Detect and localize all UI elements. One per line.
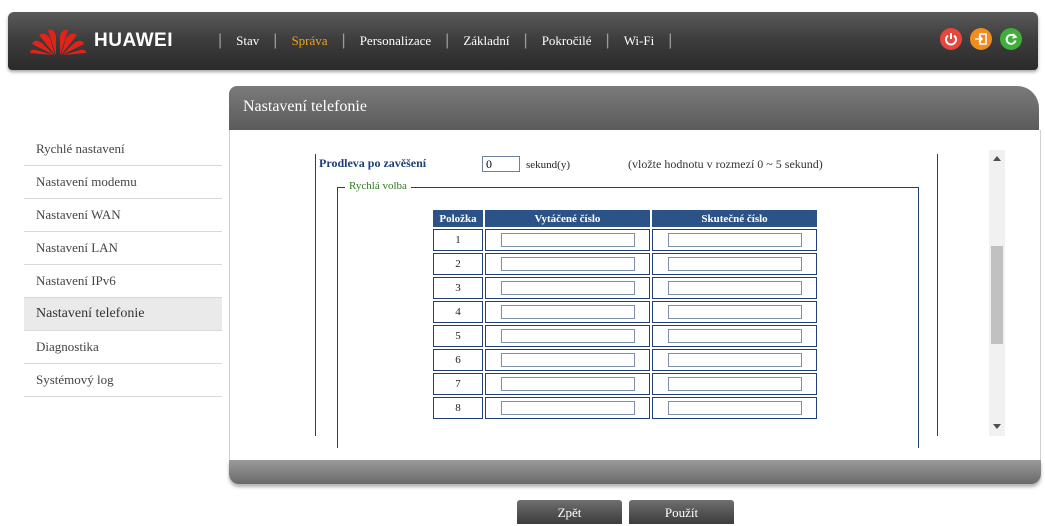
row-item-number: 2 (433, 253, 483, 275)
dialed-number-input[interactable] (500, 281, 635, 295)
hangup-delay-unit: sekund(y) (526, 159, 570, 171)
huawei-flower-icon (30, 29, 86, 55)
logout-icon[interactable] (970, 28, 992, 50)
dialed-number-input[interactable] (500, 353, 635, 367)
nav-item-wifi[interactable]: Wi-Fi (624, 33, 655, 49)
nav-separator: | (273, 32, 278, 49)
dialed-number-input[interactable] (500, 329, 635, 343)
table-row: 3 (433, 277, 817, 299)
nav-item-sprava[interactable]: Správa (291, 33, 327, 49)
nav-separator: | (668, 32, 673, 49)
column-header-actual-number: Skutečné číslo (652, 210, 817, 227)
sidebar-item-rychle-nastaveni[interactable]: Rychlé nastavení (24, 133, 222, 166)
sidebar-item-diagnostika[interactable]: Diagnostika (24, 331, 222, 364)
dialed-number-input[interactable] (500, 257, 635, 271)
nav-item-pokrocile[interactable]: Pokročilé (542, 33, 592, 49)
row-item-number: 7 (433, 373, 483, 395)
column-header-item: Položka (433, 210, 483, 227)
dialed-number-input[interactable] (500, 305, 635, 319)
nav-separator: | (445, 32, 450, 49)
dialed-number-input[interactable] (500, 233, 635, 247)
scroll-up-arrow-icon[interactable] (993, 156, 1001, 161)
dialed-number-input[interactable] (500, 401, 635, 415)
nav-separator: | (218, 32, 223, 49)
nav-item-personalizace[interactable]: Personalizace (360, 33, 431, 49)
sidebar-item-nastaveni-ipv6[interactable]: Nastavení IPv6 (24, 265, 222, 298)
actual-number-input[interactable] (667, 257, 802, 271)
speed-dial-legend: Rychlá volba (345, 180, 411, 192)
main-nav: | Stav | Správa | Personalizace | Základ… (204, 12, 686, 70)
content-right-border (937, 154, 938, 436)
row-item-number: 4 (433, 301, 483, 323)
hangup-delay-input[interactable] (482, 156, 520, 172)
table-row: 4 (433, 301, 817, 323)
hangup-delay-label: Prodleva po zavěšení (319, 156, 427, 170)
table-header-row: Položka Vytáčené číslo Skutečné číslo (433, 210, 817, 227)
row-item-number: 8 (433, 397, 483, 419)
sidebar-item-nastaveni-modemu[interactable]: Nastavení modemu (24, 166, 222, 199)
nav-separator: | (341, 32, 346, 49)
scrollbar-thumb[interactable] (991, 246, 1003, 344)
row-item-number: 3 (433, 277, 483, 299)
table-row: 7 (433, 373, 817, 395)
back-button[interactable]: Zpět (517, 500, 622, 524)
refresh-icon[interactable] (1000, 28, 1022, 50)
nav-item-zakladni[interactable]: Základní (463, 33, 509, 49)
power-icon[interactable] (940, 28, 962, 50)
table-row: 5 (433, 325, 817, 347)
apply-button[interactable]: Použít (629, 500, 734, 524)
table-row: 6 (433, 349, 817, 371)
content-scrollbar[interactable] (989, 150, 1005, 436)
speed-dial-table: Položka Vytáčené číslo Skutečné číslo 1 … (431, 208, 819, 421)
panel-footer (229, 460, 1041, 484)
hangup-delay-hint: (vložte hodnotu v rozmezí 0 ~ 5 sekund) (628, 157, 823, 171)
top-icons (940, 28, 1022, 50)
table-row: 8 (433, 397, 817, 419)
page-title: Nastavení telefonie (243, 98, 367, 115)
actual-number-input[interactable] (667, 305, 802, 319)
actual-number-input[interactable] (667, 281, 802, 295)
row-item-number: 1 (433, 229, 483, 251)
column-header-dialed-number: Vytáčené číslo (485, 210, 650, 227)
huawei-logo: HUAWEI (28, 26, 198, 56)
panel-header: Nastavení telefonie (229, 86, 1039, 130)
scroll-down-arrow-icon[interactable] (993, 424, 1001, 429)
row-item-number: 5 (433, 325, 483, 347)
dialed-number-input[interactable] (500, 377, 635, 391)
actual-number-input[interactable] (667, 401, 802, 415)
content-left-border (315, 154, 316, 436)
sidebar: Rychlé nastavení Nastavení modemu Nastav… (24, 133, 222, 397)
row-item-number: 6 (433, 349, 483, 371)
brand-name: HUAWEI (94, 30, 173, 51)
actual-number-input[interactable] (667, 233, 802, 247)
actual-number-input[interactable] (667, 329, 802, 343)
sidebar-item-systemovy-log[interactable]: Systémový log (24, 364, 222, 397)
sidebar-item-nastaveni-wan[interactable]: Nastavení WAN (24, 199, 222, 232)
sidebar-item-nastaveni-telefonie[interactable]: Nastavení telefonie (24, 298, 222, 331)
sidebar-item-nastaveni-lan[interactable]: Nastavení LAN (24, 232, 222, 265)
table-row: 2 (433, 253, 817, 275)
actual-number-input[interactable] (667, 377, 802, 391)
table-row: 1 (433, 229, 817, 251)
top-navigation-bar: HUAWEI | Stav | Správa | Personalizace |… (8, 12, 1038, 70)
nav-separator: | (605, 32, 610, 49)
nav-item-stav[interactable]: Stav (236, 33, 259, 49)
actual-number-input[interactable] (667, 353, 802, 367)
nav-separator: | (523, 32, 528, 49)
